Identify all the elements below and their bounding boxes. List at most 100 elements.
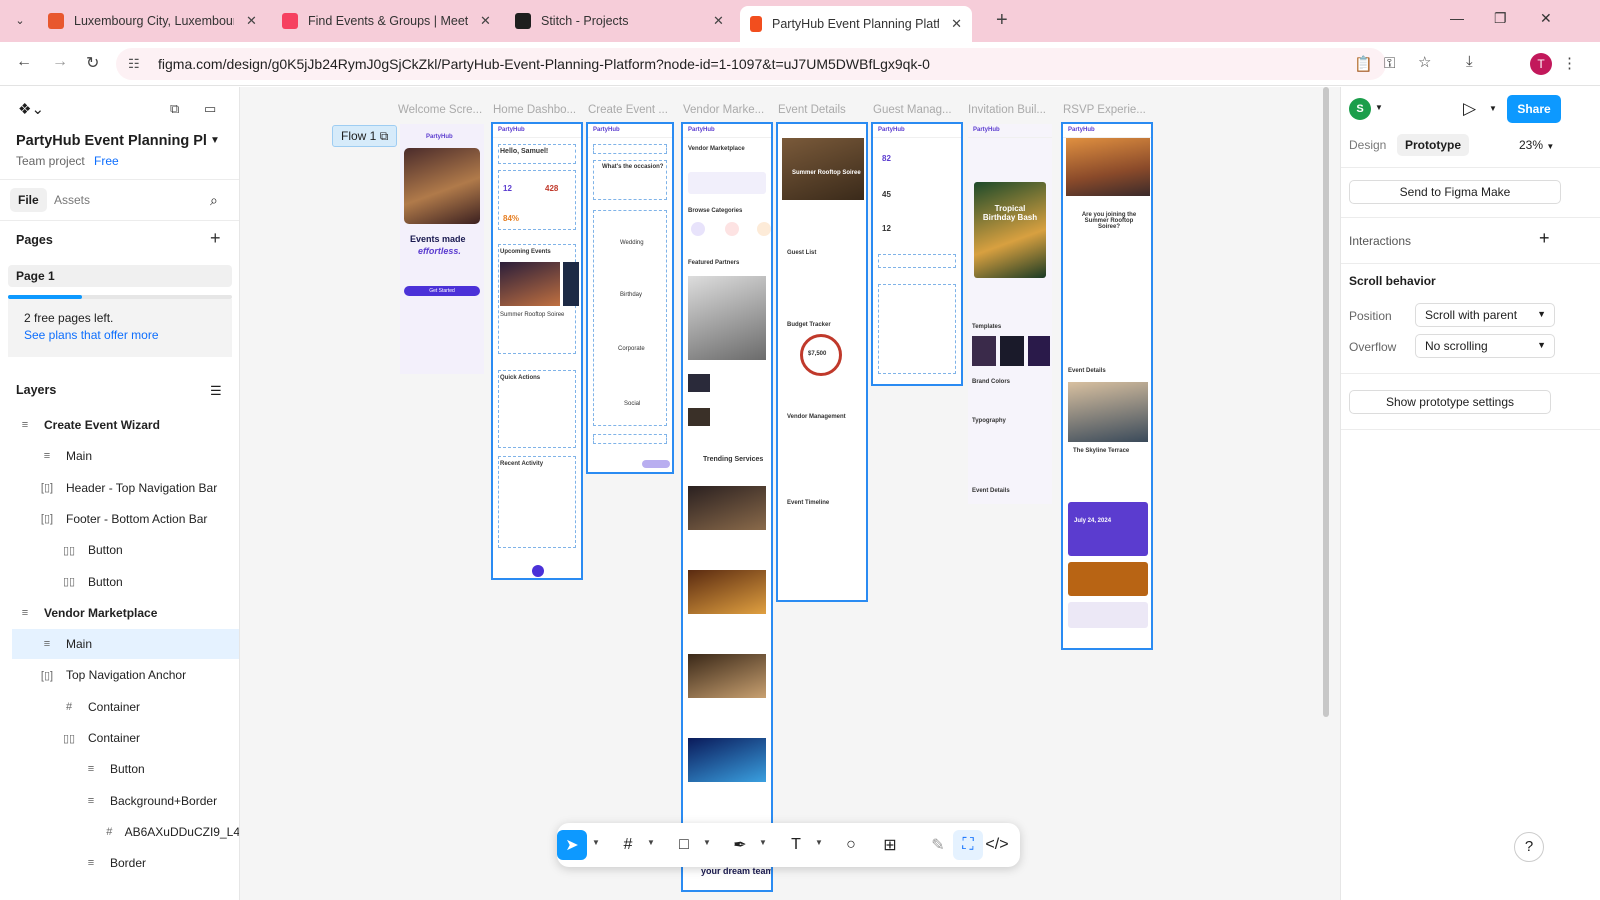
chevron-down-icon[interactable]: ▼: [647, 838, 655, 847]
window-close-icon[interactable]: ✕: [1540, 10, 1552, 27]
frame-invitation-builder[interactable]: PartyHub Tropical Birthday Bash Template…: [968, 124, 1052, 504]
frame-label[interactable]: RSVP Experie...: [1063, 104, 1146, 116]
move-tool-icon[interactable]: ➤: [557, 830, 587, 860]
user-avatar[interactable]: S: [1349, 98, 1371, 120]
draw-mode-icon[interactable]: ✎: [923, 830, 953, 860]
category-icon[interactable]: [725, 222, 739, 236]
tab-search-icon[interactable]: ⌄: [10, 10, 30, 30]
option-birthday[interactable]: Birthday: [620, 292, 642, 298]
close-icon[interactable]: ✕: [951, 16, 962, 32]
password-key-icon[interactable]: ⚿: [1384, 55, 1395, 72]
add-page-icon[interactable]: +: [210, 228, 221, 249]
frame-tool-icon[interactable]: #: [613, 830, 643, 860]
frame-vendor-marketplace[interactable]: PartyHub Vendor Marketplace Browse Categ…: [681, 122, 773, 892]
zoom-level[interactable]: 23% ▼: [1519, 138, 1554, 152]
category-icon[interactable]: [691, 222, 705, 236]
layer-row[interactable]: ≡ Border: [0, 848, 239, 878]
restore-icon[interactable]: ❐: [1494, 10, 1507, 27]
frame-label[interactable]: Event Details: [778, 104, 846, 116]
layer-row[interactable]: ≡ Main: [12, 629, 239, 660]
layer-row[interactable]: ≡ Main: [0, 441, 239, 471]
category-icon[interactable]: [757, 222, 771, 236]
url-text[interactable]: figma.com/design/g0K5jJb24RymJ0gSjCkZkl/…: [158, 56, 930, 72]
frame-guest-management[interactable]: PartyHub 82 45 12: [871, 122, 963, 386]
frame-home-dashboard[interactable]: PartyHub Hello, Samuel! 12 428 84% Upcom…: [491, 122, 583, 580]
frame-rsvp-experience[interactable]: PartyHub Are you joining the Summer Roof…: [1061, 122, 1153, 650]
frame-label[interactable]: Home Dashbo...: [493, 104, 576, 116]
add-interaction-icon[interactable]: +: [1539, 228, 1550, 249]
layer-row[interactable]: [▯] Footer - Bottom Action Bar: [0, 504, 239, 534]
plans-link[interactable]: See plans that offer more: [24, 328, 216, 342]
comment-tool-icon[interactable]: ○: [836, 830, 866, 860]
flow-start-chip[interactable]: Flow 1 ⧉: [332, 125, 398, 147]
position-select[interactable]: Scroll with parent ▼: [1415, 303, 1555, 327]
get-started-button[interactable]: Get Started: [404, 286, 480, 296]
option-social[interactable]: Social: [624, 401, 640, 407]
frame-label[interactable]: Welcome Scre...: [398, 104, 482, 116]
browser-tab[interactable]: Find Events & Groups | Meetup ✕: [272, 6, 501, 36]
site-info-icon[interactable]: ☷: [128, 56, 140, 72]
show-prototype-settings-button[interactable]: Show prototype settings: [1349, 390, 1551, 414]
frame-create-event[interactable]: PartyHub What's the occasion? Wedding Bi…: [586, 122, 674, 474]
tab-assets[interactable]: Assets: [46, 188, 98, 212]
layer-row[interactable]: # Container: [0, 692, 239, 722]
chevron-down-icon[interactable]: ▼: [592, 838, 600, 847]
overflow-select[interactable]: No scrolling ▼: [1415, 334, 1555, 358]
figma-menu-icon[interactable]: ❖⌄: [18, 100, 44, 118]
close-icon[interactable]: ✕: [480, 13, 491, 29]
tab-design[interactable]: Design: [1341, 134, 1394, 156]
reload-icon[interactable]: ↻: [86, 53, 99, 73]
present-play-icon[interactable]: ▷: [1463, 99, 1476, 119]
minimize-icon[interactable]: —: [1450, 10, 1464, 26]
clipboard-icon[interactable]: 📋: [1354, 55, 1373, 73]
frame-label[interactable]: Vendor Marke...: [683, 104, 764, 116]
download-icon[interactable]: ⤓: [1466, 53, 1473, 70]
text-tool-icon[interactable]: T: [781, 830, 811, 860]
sidebar-toggle-icon[interactable]: ▭: [204, 101, 216, 117]
layer-row[interactable]: [▯] Header - Top Navigation Bar: [0, 473, 239, 503]
chevron-down-icon[interactable]: ▼: [815, 838, 823, 847]
browser-tab-active[interactable]: PartyHub Event Planning Platfo ✕: [740, 6, 972, 42]
layer-row[interactable]: ≡ Create Event Wizard: [0, 410, 239, 440]
page-item[interactable]: Page 1: [8, 265, 232, 287]
profile-avatar[interactable]: T: [1530, 53, 1552, 75]
layer-row[interactable]: [▯] Top Navigation Anchor: [0, 660, 239, 690]
layer-row[interactable]: ≡ Background+Border: [0, 786, 239, 816]
layer-row[interactable]: ▯▯ Button: [0, 535, 239, 565]
design-mode-icon[interactable]: ⛶: [953, 830, 983, 860]
plan-badge[interactable]: Free: [94, 154, 119, 168]
bookmark-star-icon[interactable]: ☆: [1418, 53, 1431, 71]
search-card[interactable]: [688, 172, 766, 194]
new-tab-icon[interactable]: +: [996, 9, 1008, 32]
forward-icon[interactable]: →: [52, 53, 68, 71]
close-icon[interactable]: ✕: [246, 13, 257, 29]
pen-tool-icon[interactable]: ✒: [725, 830, 755, 860]
search-icon[interactable]: ⌕: [210, 192, 218, 209]
template-thumb[interactable]: [1000, 336, 1024, 366]
fab-add-icon[interactable]: [532, 565, 544, 577]
chevron-down-icon[interactable]: ▼: [703, 838, 711, 847]
frame-welcome-screen[interactable]: PartyHub Events made effortless. Get Sta…: [400, 124, 484, 374]
option-corporate[interactable]: Corporate: [618, 346, 645, 352]
template-thumb[interactable]: [972, 336, 996, 366]
layer-row[interactable]: ▯▯ Container: [0, 723, 239, 753]
back-icon[interactable]: ←: [16, 53, 32, 71]
chevron-down-icon[interactable]: ▼: [759, 838, 767, 847]
share-button[interactable]: Share: [1507, 95, 1561, 123]
tab-prototype[interactable]: Prototype: [1397, 134, 1470, 156]
layer-row[interactable]: ≡ Vendor Marketplace: [0, 598, 239, 628]
frame-label[interactable]: Invitation Buil...: [968, 104, 1046, 116]
layer-row[interactable]: ▯▯ Button: [0, 567, 239, 597]
canvas-scrollbar[interactable]: [1323, 87, 1329, 717]
frame-label[interactable]: Guest Manag...: [873, 104, 952, 116]
tab-file[interactable]: File: [10, 188, 47, 212]
chevron-down-icon[interactable]: ▼: [1489, 104, 1497, 113]
ai-icon[interactable]: ⧉: [170, 101, 179, 117]
browser-menu-icon[interactable]: ⋮: [1562, 54, 1577, 72]
next-button[interactable]: [642, 460, 670, 468]
canvas[interactable]: Welcome Scre... Home Dashbo... Create Ev…: [240, 87, 1340, 900]
option-wedding[interactable]: Wedding: [620, 240, 644, 246]
chevron-down-icon[interactable]: ▼: [210, 135, 220, 146]
file-title[interactable]: PartyHub Event Planning Pl...: [16, 133, 206, 149]
frame-event-details[interactable]: Summer Rooftop Soiree Guest List Budget …: [776, 122, 868, 602]
